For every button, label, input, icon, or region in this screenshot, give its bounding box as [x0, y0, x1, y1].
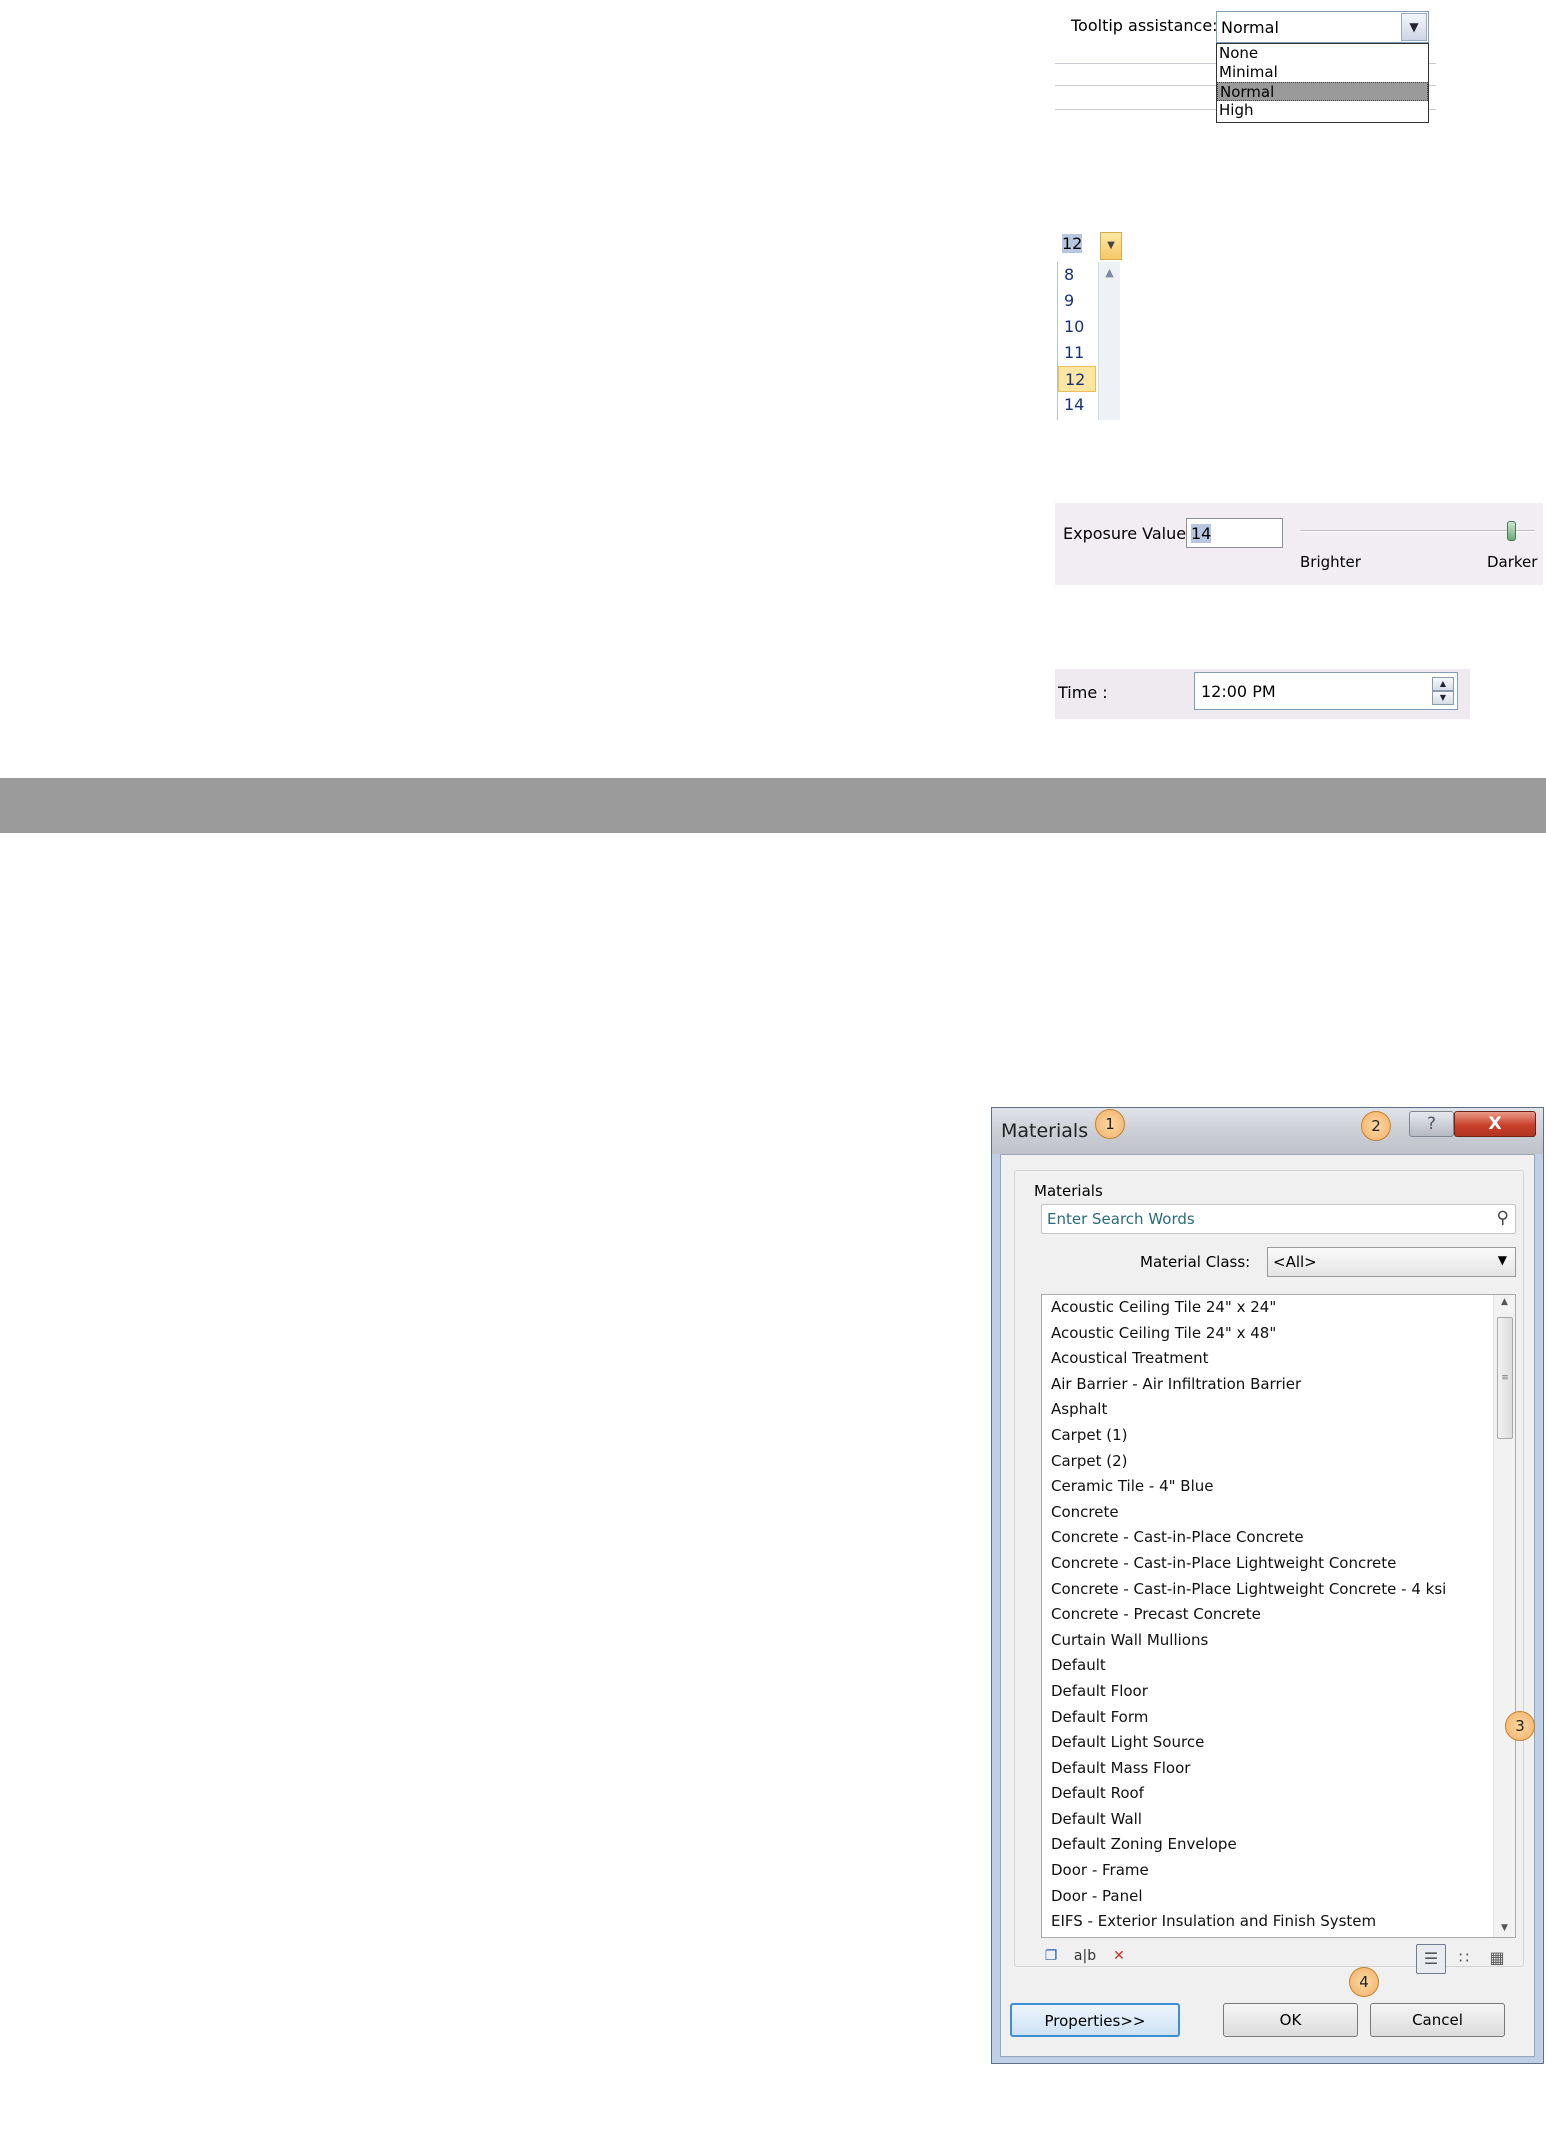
list-item[interactable]: Ceramic Tile - 4" Blue	[1042, 1474, 1515, 1500]
time-value: 12:00 PM	[1201, 682, 1276, 701]
list-item[interactable]: Concrete - Cast-in-Place Lightweight Con…	[1042, 1577, 1515, 1603]
font-size-list: 8 9 10 11 12 14 ▲	[1057, 262, 1125, 420]
chevron-down-icon[interactable]: ▼	[1100, 232, 1122, 260]
spin-down-icon[interactable]: ▼	[1432, 691, 1454, 705]
callout-badge: 2	[1361, 1111, 1391, 1141]
chevron-down-icon[interactable]: ▼	[1401, 13, 1427, 41]
list-item[interactable]: Concrete	[1042, 1500, 1515, 1526]
font-size-option[interactable]: 11	[1058, 340, 1096, 366]
darker-label: Darker	[1487, 553, 1538, 571]
material-class-select[interactable]: <All> ▼	[1267, 1247, 1516, 1277]
properties-button[interactable]: Properties>>	[1010, 2003, 1180, 2037]
tooltip-option-high[interactable]: High	[1217, 101, 1428, 120]
tooltip-selected-value: Normal	[1221, 18, 1279, 37]
list-item[interactable]: Curtain Wall Mullions	[1042, 1628, 1515, 1654]
list-item[interactable]: Door - Frame	[1042, 1858, 1515, 1884]
list-item[interactable]: Carpet (1)	[1042, 1423, 1515, 1449]
tooltip-assistance-dropdown[interactable]: Normal ▼	[1216, 11, 1429, 43]
font-size-dropdown: 12 ▼ 8 9 10 11 12 14 ▲	[1055, 222, 1127, 420]
delete-material-icon[interactable]: ✕	[1105, 1948, 1133, 1972]
font-size-option[interactable]: 9	[1058, 288, 1096, 314]
list-item[interactable]: Carpet (2)	[1042, 1449, 1515, 1475]
exposure-value-panel: Exposure Value: 14 Brighter Darker	[1055, 503, 1543, 585]
scroll-up-icon[interactable]: ▲	[1494, 1297, 1515, 1307]
chevron-down-icon: ▼	[1497, 1253, 1507, 1267]
font-size-input[interactable]: 12	[1058, 234, 1096, 260]
brighter-label: Brighter	[1300, 553, 1361, 571]
search-placeholder: Enter Search Words	[1047, 1210, 1195, 1228]
list-item[interactable]: Door - Panel	[1042, 1884, 1515, 1910]
list-item[interactable]: Default Zoning Envelope	[1042, 1832, 1515, 1858]
material-class-value: <All>	[1273, 1253, 1317, 1271]
font-size-value: 12	[1062, 234, 1083, 253]
list-item[interactable]: Air Barrier - Air Infiltration Barrier	[1042, 1372, 1515, 1398]
scrollbar[interactable]: ▲ ≡ ▼	[1493, 1295, 1515, 1937]
list-item[interactable]: Concrete - Precast Concrete	[1042, 1602, 1515, 1628]
ok-button[interactable]: OK	[1223, 2003, 1358, 2037]
list-view-icon[interactable]: ☰	[1416, 1944, 1446, 1974]
font-size-option-selected[interactable]: 12	[1058, 366, 1096, 392]
callout-badge: 1	[1095, 1109, 1125, 1139]
list-item[interactable]: Default Form	[1042, 1705, 1515, 1731]
tooltip-option-minimal[interactable]: Minimal	[1217, 63, 1428, 82]
list-item[interactable]: Default Light Source	[1042, 1730, 1515, 1756]
rename-material-icon[interactable]: a|b	[1071, 1948, 1099, 1972]
close-icon[interactable]: X	[1454, 1111, 1536, 1137]
font-size-option[interactable]: 14	[1058, 392, 1096, 418]
section-divider	[0, 778, 1546, 833]
time-input[interactable]: 12:00 PM ▲ ▼	[1194, 672, 1458, 710]
large-icons-view-icon[interactable]: ▦	[1482, 1944, 1512, 1974]
list-item[interactable]: Acoustic Ceiling Tile 24" x 24"	[1042, 1295, 1515, 1321]
exposure-value-text: 14	[1191, 524, 1212, 543]
list-item[interactable]: Default	[1042, 1653, 1515, 1679]
list-item[interactable]: Default Mass Floor	[1042, 1756, 1515, 1782]
callout-badge: 3	[1505, 1711, 1535, 1741]
scroll-up-icon[interactable]: ▲	[1099, 262, 1120, 279]
cancel-button[interactable]: Cancel	[1370, 2003, 1505, 2037]
list-item[interactable]: Acoustic Ceiling Tile 24" x 48"	[1042, 1321, 1515, 1347]
tooltip-option-none[interactable]: None	[1217, 44, 1428, 63]
scroll-down-icon[interactable]: ▼	[1494, 1923, 1515, 1933]
callout-badge: 4	[1349, 1967, 1379, 1997]
dialog-title: Materials	[1001, 1120, 1089, 1142]
small-icons-view-icon[interactable]: ∷	[1449, 1944, 1479, 1974]
tooltip-option-normal[interactable]: Normal	[1217, 82, 1428, 101]
time-spinner[interactable]: ▲ ▼	[1432, 677, 1454, 705]
dialog-titlebar: Materials 1 2 ? X	[992, 1108, 1543, 1154]
time-label: Time :	[1058, 683, 1108, 702]
exposure-slider-track[interactable]	[1300, 530, 1535, 532]
dialog-body: Materials Enter Search Words ⚲ Material …	[1000, 1154, 1535, 2057]
exposure-value-label: Exposure Value:	[1063, 524, 1192, 543]
tooltip-options-list: None Minimal Normal High	[1216, 43, 1429, 123]
scrollbar-thumb[interactable]: ≡	[1497, 1317, 1513, 1439]
time-panel: Time : 12:00 PM ▲ ▼	[1055, 669, 1470, 719]
search-input[interactable]: Enter Search Words ⚲	[1041, 1204, 1516, 1234]
list-item[interactable]: Concrete - Cast-in-Place Lightweight Con…	[1042, 1551, 1515, 1577]
list-item[interactable]: Concrete - Cast-in-Place Concrete	[1042, 1525, 1515, 1551]
tooltip-assistance-panel: Tooltip assistance: Normal ▼ None Minima…	[1055, 0, 1436, 140]
exposure-slider-thumb[interactable]	[1507, 521, 1516, 541]
font-size-option[interactable]: 8	[1058, 262, 1096, 288]
group-title: Materials	[1034, 1182, 1103, 1200]
list-item[interactable]: Default Wall	[1042, 1807, 1515, 1833]
duplicate-material-icon[interactable]: ❐	[1037, 1948, 1065, 1972]
tooltip-assistance-label: Tooltip assistance:	[1071, 16, 1218, 35]
scrollbar[interactable]: ▲	[1098, 262, 1120, 420]
search-icon[interactable]: ⚲	[1497, 1208, 1509, 1228]
font-size-option[interactable]: 10	[1058, 314, 1096, 340]
list-item[interactable]: Acoustical Treatment	[1042, 1346, 1515, 1372]
exposure-value-input[interactable]: 14	[1186, 518, 1283, 548]
spin-up-icon[interactable]: ▲	[1432, 677, 1454, 691]
list-item[interactable]: EIFS - Exterior Insulation and Finish Sy…	[1042, 1909, 1515, 1935]
materials-group: Materials Enter Search Words ⚲ Material …	[1014, 1170, 1524, 1974]
materials-list[interactable]: Acoustic Ceiling Tile 24" x 24" Acoustic…	[1041, 1294, 1516, 1938]
material-class-label: Material Class:	[1140, 1253, 1251, 1271]
list-item[interactable]: Default Floor	[1042, 1679, 1515, 1705]
materials-dialog: Materials 1 2 ? X Materials Enter Search…	[991, 1107, 1544, 2064]
list-item[interactable]: Asphalt	[1042, 1397, 1515, 1423]
list-item[interactable]: Default Roof	[1042, 1781, 1515, 1807]
help-icon[interactable]: ?	[1409, 1111, 1454, 1137]
